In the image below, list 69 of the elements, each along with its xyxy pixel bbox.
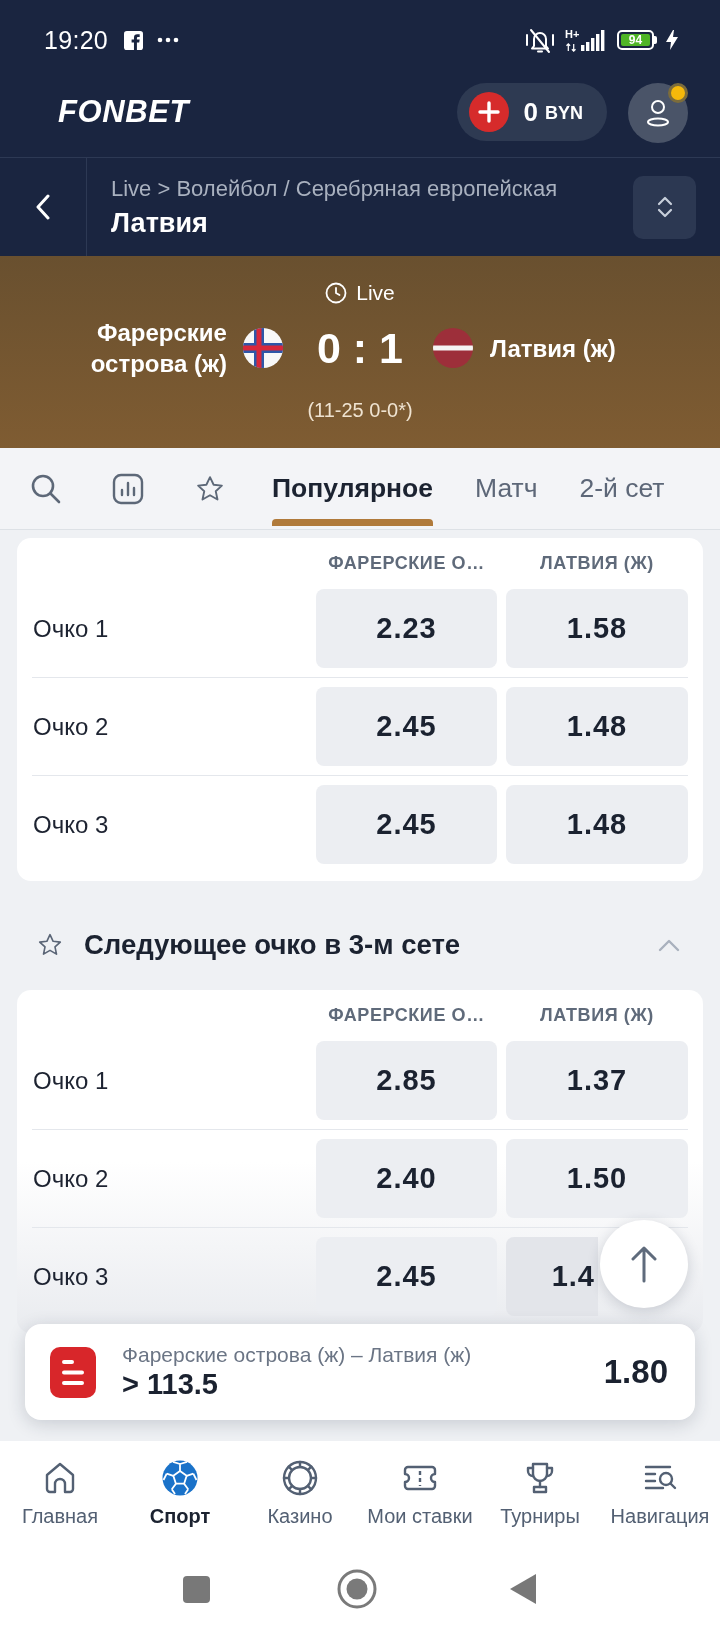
odds-button[interactable]: 1.58	[506, 589, 688, 668]
column-header: ЛАТВИЯ (Ж)	[539, 553, 655, 574]
nav-item[interactable]: Главная	[0, 1441, 120, 1538]
odds-button[interactable]: 1.4	[506, 1237, 598, 1316]
battery-level: 94	[628, 34, 643, 46]
market-row-label: Очко 1	[32, 614, 110, 643]
charging-bolt-icon	[666, 30, 678, 50]
flag-icon	[433, 328, 473, 368]
nav-item[interactable]: Навигация	[600, 1441, 720, 1538]
tab[interactable]: 2-й сет	[579, 448, 665, 529]
nav-back-button[interactable]	[510, 1574, 536, 1604]
nav-item[interactable]: Казино	[240, 1441, 360, 1538]
odds-button[interactable]: 2.45	[316, 687, 497, 766]
data-arrows-icon	[565, 42, 577, 52]
brand-logo: FONBET	[58, 94, 190, 130]
odds-button[interactable]: 1.48	[506, 785, 688, 864]
slip-selection: > 113.5	[122, 1368, 219, 1401]
muted-bell-icon	[524, 26, 556, 54]
bet-slip-icon	[50, 1346, 96, 1398]
market-row-label: Очко 2	[32, 1164, 110, 1193]
set-scores: (11-25 0-0*)	[307, 399, 413, 422]
nav-item[interactable]: Турниры	[480, 1441, 600, 1538]
column-header: ЛАТВИЯ (Ж)	[539, 1005, 655, 1026]
arrow-up-icon	[629, 1244, 659, 1284]
status-time: 19:20	[44, 25, 109, 55]
tab[interactable]: Популярное	[272, 448, 434, 529]
odds-button[interactable]: 2.85	[316, 1041, 497, 1120]
odds-button[interactable]: 2.23	[316, 589, 497, 668]
soccer-ball-icon	[161, 1459, 199, 1497]
market-row-label: Очко 3	[32, 1262, 110, 1291]
breadcrumb-path: Live > Волейбол / Серебряная европейская	[111, 176, 559, 201]
f-square-icon	[124, 30, 144, 50]
column-header: ФАРЕРСКИЕ О…	[327, 553, 486, 574]
profile-button[interactable]	[628, 83, 688, 143]
recent-apps-button[interactable]	[183, 1575, 210, 1603]
tab[interactable]: Матч	[475, 448, 538, 529]
more-icon	[157, 37, 180, 43]
odds-button[interactable]: 2.40	[316, 1139, 497, 1218]
match-score: 0 : 1	[316, 323, 403, 373]
nav-item[interactable]: Спорт	[120, 1441, 240, 1538]
match-status: Live	[356, 281, 395, 305]
odds-button[interactable]: 1.50	[506, 1139, 688, 1218]
market-row-label: Очко 3	[32, 810, 110, 839]
section-title: Следующее очко в 3-м сете	[84, 929, 461, 961]
home-button[interactable]	[337, 1569, 377, 1609]
column-header: ФАРЕРСКИЕ О…	[327, 1005, 486, 1026]
market-row-label: Очко 1	[32, 1066, 110, 1095]
odds-button[interactable]: 1.48	[506, 687, 688, 766]
star-icon[interactable]	[37, 932, 63, 958]
page-title: Латвия	[111, 208, 209, 238]
slip-event: Фарерские острова (ж) – Латвия (ж)	[122, 1343, 472, 1367]
chevron-left-icon	[35, 194, 51, 220]
market-row-label: Очко 2	[32, 712, 110, 741]
bar-chart-icon	[111, 471, 145, 506]
nav-item[interactable]: Мои ставки	[360, 1441, 480, 1538]
team-name: Латвия (ж)	[490, 333, 616, 364]
plus-icon	[468, 92, 509, 132]
clock-icon	[325, 282, 348, 304]
signal-icon	[581, 29, 605, 51]
slip-odds: 1.80	[603, 1353, 668, 1391]
person-icon	[646, 99, 670, 127]
odds-button[interactable]: 1.37	[506, 1041, 688, 1120]
odds-button[interactable]: 2.45	[316, 785, 497, 864]
bet-slip-bar[interactable]: Фарерские острова (ж) – Латвия (ж) > 113.5 1.80	[25, 1324, 695, 1420]
balance-button[interactable]: 0 BYN	[456, 83, 607, 141]
team-name: Фарерские острова (ж)	[89, 318, 227, 379]
flag-icon	[242, 328, 283, 368]
network-type-label: H+	[565, 28, 580, 40]
poker-chip-icon	[281, 1459, 319, 1497]
